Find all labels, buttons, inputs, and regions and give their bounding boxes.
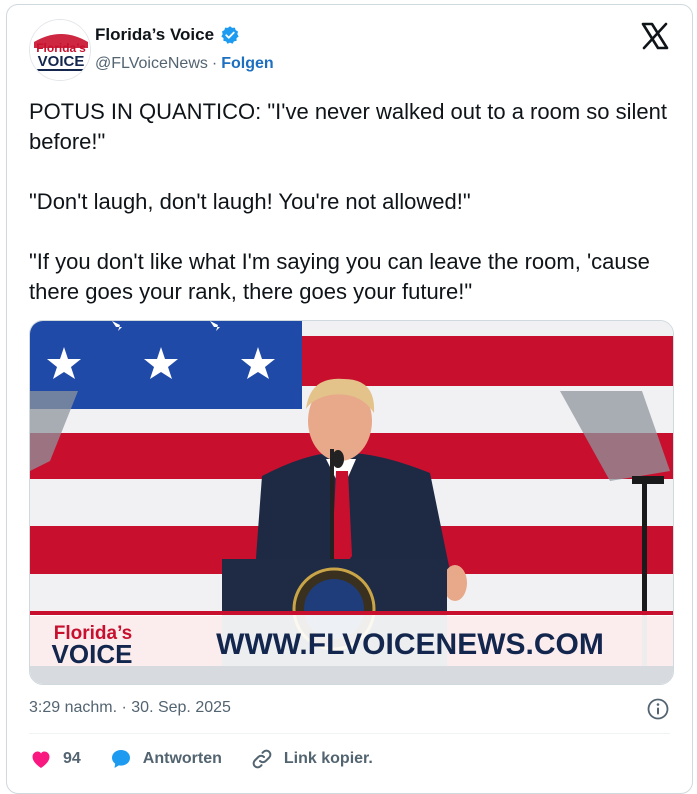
x-logo-icon[interactable] — [640, 21, 670, 51]
verified-badge-icon — [221, 26, 239, 44]
speech-bubble-icon — [111, 750, 130, 768]
like-count: 94 — [63, 750, 81, 767]
tweet-card: Florida’s VOICE Florida’s Voice @FLVoice… — [6, 4, 693, 794]
follow-button[interactable]: Folgen — [221, 55, 273, 73]
display-name[interactable]: Florida’s Voice — [95, 25, 214, 45]
tweet-text: POTUS IN QUANTICO: "I've never walked ou… — [29, 99, 667, 304]
avatar-text-line2: VOICE — [38, 53, 85, 70]
info-icon[interactable] — [646, 697, 670, 721]
account-avatar[interactable]: Florida’s VOICE — [29, 19, 91, 81]
tweet-timestamp[interactable]: 3:29 nachm. · 30. Sep. 2025 — [29, 699, 231, 717]
divider — [29, 733, 670, 734]
reply-button[interactable]: Antworten — [109, 747, 222, 771]
name-row: Florida’s Voice — [95, 25, 240, 45]
banner-logo-line2: VOICE — [52, 639, 133, 669]
reply-label: Antworten — [142, 750, 222, 767]
avatar-logo: Florida’s VOICE — [30, 20, 90, 80]
like-button[interactable]: 94 — [29, 747, 81, 771]
separator-dot: · — [211, 55, 218, 72]
handle-row: @FLVoiceNews · Folgen — [95, 55, 274, 73]
video-frame: Florida’s VOICE WWW.FLVOICENEWS.COM — [30, 321, 673, 684]
copy-link-label: Link kopier. — [283, 750, 373, 767]
heart-icon — [32, 751, 50, 768]
tweet-actions: 94 Antworten Link kopier. — [29, 747, 401, 771]
copy-link-button[interactable]: Link kopier. — [250, 747, 373, 771]
link-icon — [252, 749, 272, 769]
handle[interactable]: @FLVoiceNews — [95, 55, 208, 73]
banner-url: WWW.FLVOICENEWS.COM — [216, 628, 604, 661]
tweet-media-video[interactable]: Florida’s VOICE WWW.FLVOICENEWS.COM — [29, 320, 674, 685]
